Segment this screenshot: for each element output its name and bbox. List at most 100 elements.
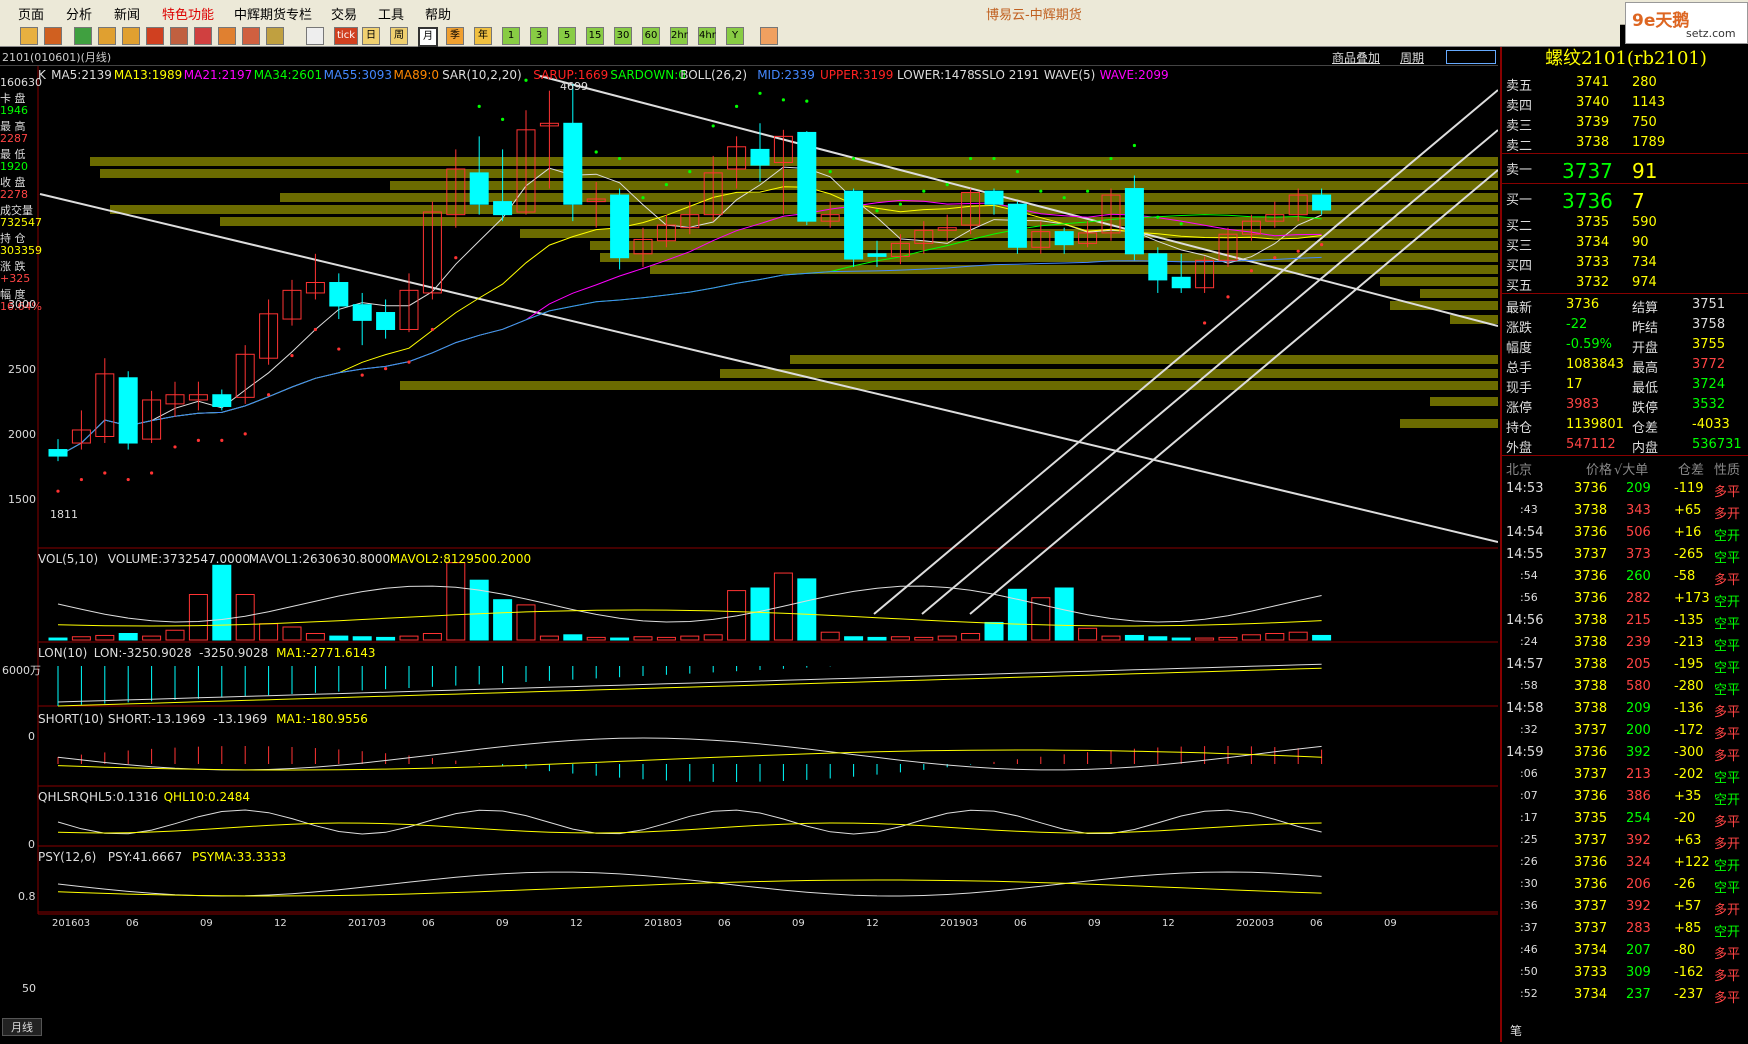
panel-toggle-icon[interactable] <box>1446 50 1496 64</box>
mavol2-line <box>57 609 1322 627</box>
menu-news[interactable]: 新闻 <box>114 4 140 23</box>
period-year-button[interactable]: 年 <box>474 27 492 45</box>
period-60min-button[interactable]: 60 <box>642 27 660 45</box>
tick-row[interactable]: :06 3737 213 -202 空平 <box>1502 765 1748 786</box>
ask1-row[interactable]: 卖一 3737 91 <box>1502 157 1748 183</box>
tick-row[interactable]: :54 3736 260 -58 多平 <box>1502 567 1748 588</box>
period-day-button[interactable]: 日 <box>362 27 380 45</box>
tick-row[interactable]: 14:58 3738 209 -136 多平 <box>1502 699 1748 720</box>
stat-row-cell: 3724 <box>1692 377 1726 392</box>
menu-tools[interactable]: 工具 <box>378 4 404 23</box>
filter-icon[interactable] <box>242 27 260 45</box>
tick-row[interactable]: :50 3733 309 -162 多平 <box>1502 963 1748 984</box>
tick-row[interactable]: :52 3734 237 -237 多平 <box>1502 985 1748 1006</box>
period-custom-button[interactable]: Y <box>726 27 744 45</box>
bid-row-cell: 买三 <box>1506 239 1533 254</box>
menu-analysis[interactable]: 分析 <box>66 4 92 23</box>
period-week-button[interactable]: 周 <box>390 27 408 45</box>
tick-row-cell: :36 <box>1520 899 1538 912</box>
tick-button[interactable]: tick <box>334 27 358 45</box>
period-2hr-button[interactable]: 2hr <box>670 27 688 45</box>
bid-row[interactable]: 买二 3735 590 <box>1502 213 1748 234</box>
bid-row[interactable]: 买四 3733 734 <box>1502 253 1748 274</box>
tick-row[interactable]: 14:53 3736 209 -119 多平 <box>1502 479 1748 500</box>
bid1-row[interactable]: 买一 3736 7 <box>1502 187 1748 213</box>
period-quarter-button[interactable]: 季 <box>446 27 464 45</box>
tick-row[interactable]: :32 3737 200 -172 多平 <box>1502 721 1748 742</box>
open-icon[interactable] <box>20 27 38 45</box>
period-month-tab[interactable]: 月线 <box>2 1018 42 1036</box>
tick-row[interactable]: 14:56 3738 215 -135 空平 <box>1502 611 1748 632</box>
period-4hr-button[interactable]: 4hr <box>698 27 716 45</box>
period-3min-button[interactable]: 3 <box>530 27 548 45</box>
sar-dot <box>688 170 692 174</box>
time-axis-label: 201903 <box>940 918 979 929</box>
stat-row[interactable]: 持仓 1139801 仓差 -4033 <box>1502 415 1748 436</box>
period-15min-button[interactable]: 15 <box>586 27 604 45</box>
tick-row[interactable]: 14:57 3738 205 -195 空平 <box>1502 655 1748 676</box>
qhlsr-indicator-label: QHL10:0.2484 <box>163 790 251 804</box>
tick-row[interactable]: :43 3738 343 +65 多开 <box>1502 501 1748 522</box>
stat-row-cell: 昨结 <box>1632 321 1659 336</box>
menu-page[interactable]: 页面 <box>18 4 44 23</box>
tick-row[interactable]: :30 3736 206 -26 空平 <box>1502 875 1748 896</box>
tick-row[interactable]: :17 3735 254 -20 多平 <box>1502 809 1748 830</box>
tick-row[interactable]: :26 3736 324 +122 空开 <box>1502 853 1748 874</box>
short-indicator-label: -13.1969 <box>213 712 268 726</box>
zoom-in-icon[interactable] <box>98 27 116 45</box>
stat-row[interactable]: 外盘 547112 内盘 536731 <box>1502 435 1748 456</box>
stat-row[interactable]: 涨跌 -22 昨结 3758 <box>1502 315 1748 336</box>
sar-dot <box>828 170 832 174</box>
bid-row[interactable]: 买五 3732 974 <box>1502 273 1748 294</box>
stat-row[interactable]: 现手 17 最低 3724 <box>1502 375 1748 396</box>
ask1-row-cell: 3737 <box>1562 159 1613 183</box>
sar-dot <box>875 209 879 213</box>
refresh-icon[interactable] <box>74 27 92 45</box>
tick-row[interactable]: :58 3738 580 -280 空平 <box>1502 677 1748 698</box>
tick-header[interactable]: 北京 价格 √大单 仓差 性质 <box>1502 457 1748 478</box>
tick-row[interactable]: 14:59 3736 392 -300 多平 <box>1502 743 1748 764</box>
tick-row[interactable]: 14:54 3736 506 +16 空开 <box>1502 523 1748 544</box>
period-5min-button[interactable]: 5 <box>558 27 576 45</box>
tick-row[interactable]: :24 3738 239 -213 空平 <box>1502 633 1748 654</box>
draw-line-icon[interactable] <box>194 27 212 45</box>
ask-row[interactable]: 卖五 3741 280 <box>1502 73 1748 94</box>
fire-icon[interactable] <box>218 27 236 45</box>
tick-row[interactable]: :25 3737 392 +63 多开 <box>1502 831 1748 852</box>
tick-row[interactable]: :37 3737 283 +85 空开 <box>1502 919 1748 940</box>
stat-row[interactable]: 涨停 3983 跌停 3532 <box>1502 395 1748 416</box>
settings-icon[interactable] <box>760 27 778 45</box>
tick-row[interactable]: :36 3737 392 +57 多开 <box>1502 897 1748 918</box>
pencil-icon[interactable] <box>266 27 284 45</box>
period-month-button[interactable]: 月 <box>418 27 438 47</box>
tick-row[interactable]: :07 3736 386 +35 空开 <box>1502 787 1748 808</box>
menu-zhonghui-column[interactable]: 中辉期货专栏 <box>234 4 312 23</box>
sar-dot <box>711 124 715 128</box>
ask-row[interactable]: 卖二 3738 1789 <box>1502 133 1748 154</box>
stat-row[interactable]: 幅度 -0.59% 开盘 3755 <box>1502 335 1748 356</box>
ask-row[interactable]: 卖三 3739 750 <box>1502 113 1748 134</box>
copy-icon[interactable] <box>170 27 188 45</box>
zoom-out-icon[interactable] <box>122 27 140 45</box>
layout-icon[interactable] <box>146 27 164 45</box>
ask-row-cell: 1789 <box>1632 135 1666 150</box>
ask-row[interactable]: 卖四 3740 1143 <box>1502 93 1748 114</box>
period-30min-button[interactable]: 30 <box>614 27 632 45</box>
left-panel-value: 1920 <box>0 160 28 173</box>
tick-row[interactable]: :56 3736 282 +173 空开 <box>1502 589 1748 610</box>
bid-row[interactable]: 买三 3734 90 <box>1502 233 1748 254</box>
tick-row[interactable]: 14:55 3737 373 -265 空平 <box>1502 545 1748 566</box>
overlay-button[interactable]: 商品叠加 <box>1332 49 1380 66</box>
menu-features[interactable]: 特色功能 <box>162 4 214 23</box>
stat-row[interactable]: 总手 1083843 最高 3772 <box>1502 355 1748 376</box>
menu-trade[interactable]: 交易 <box>331 4 357 23</box>
cycle-button[interactable]: 周期 <box>1400 49 1424 66</box>
candle-body <box>610 194 630 259</box>
period-1min-button[interactable]: 1 <box>502 27 520 45</box>
volume-bar <box>259 623 279 641</box>
stat-row[interactable]: 最新 3736 结算 3751 <box>1502 295 1748 316</box>
quote-icon[interactable] <box>44 27 62 45</box>
menu-help[interactable]: 帮助 <box>425 4 451 23</box>
tick-row[interactable]: :46 3734 207 -80 多平 <box>1502 941 1748 962</box>
table-icon[interactable] <box>306 27 324 45</box>
